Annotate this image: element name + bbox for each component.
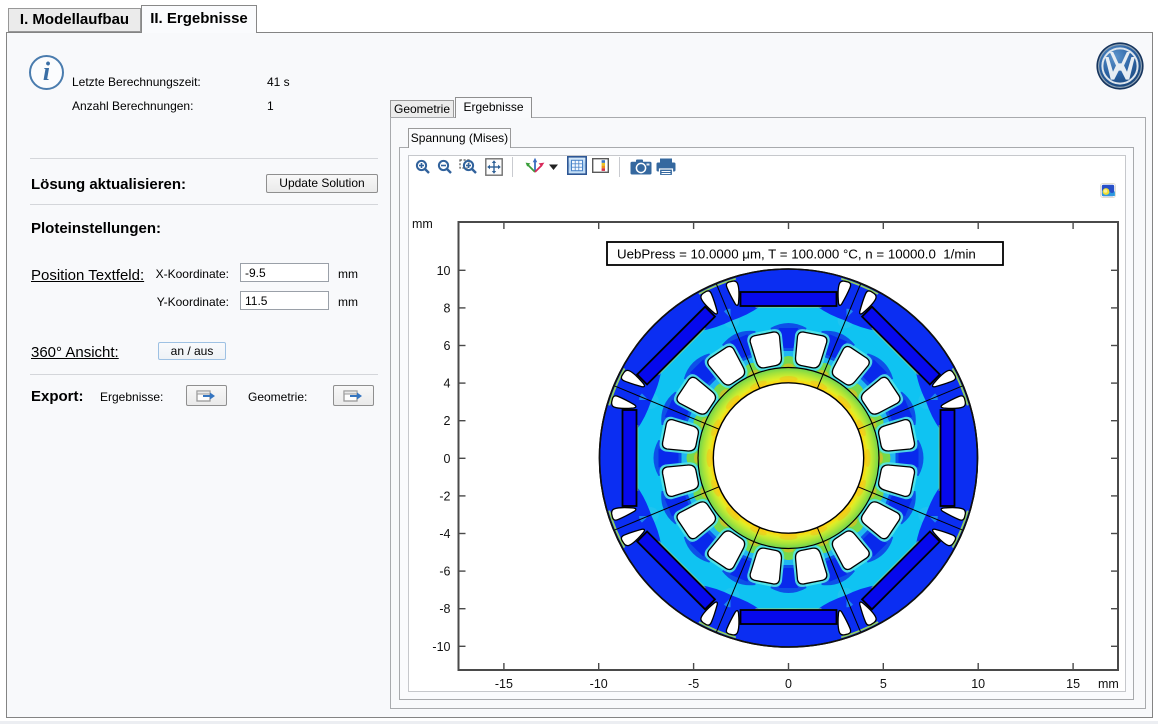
svg-text:-10: -10 [590,677,608,691]
svg-text:-6: -6 [439,565,450,579]
svg-text:UebPress = 10.0000 μm, T = 100: UebPress = 10.0000 μm, T = 100.000 °C, n… [617,247,976,262]
svg-text:6: 6 [444,339,451,353]
svg-text:0: 0 [785,677,792,691]
svg-text:0: 0 [444,452,451,466]
svg-text:8: 8 [444,301,451,315]
svg-text:mm: mm [1098,677,1119,691]
svg-text:-8: -8 [439,602,450,616]
svg-text:-4: -4 [439,527,450,541]
svg-text:2: 2 [444,414,451,428]
svg-text:4: 4 [444,377,451,391]
svg-text:-5: -5 [688,677,699,691]
svg-text:mm: mm [412,217,433,231]
svg-text:15: 15 [1066,677,1080,691]
svg-text:10: 10 [437,264,451,278]
svg-text:10: 10 [971,677,985,691]
svg-text:-2: -2 [439,489,450,503]
svg-text:-10: -10 [432,640,450,654]
svg-text:5: 5 [880,677,887,691]
svg-text:-15: -15 [495,677,513,691]
